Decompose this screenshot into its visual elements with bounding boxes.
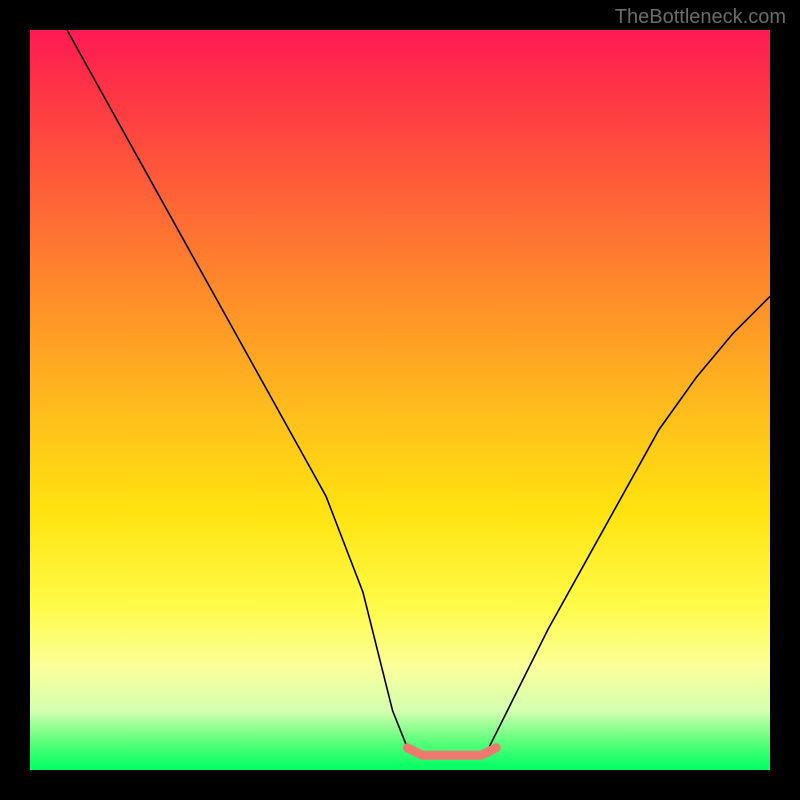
highlight-curve — [407, 748, 496, 755]
plot-area — [30, 30, 770, 770]
watermark: TheBottleneck.com — [615, 6, 786, 29]
curve-svg — [30, 30, 770, 770]
main-curve — [67, 30, 770, 755]
